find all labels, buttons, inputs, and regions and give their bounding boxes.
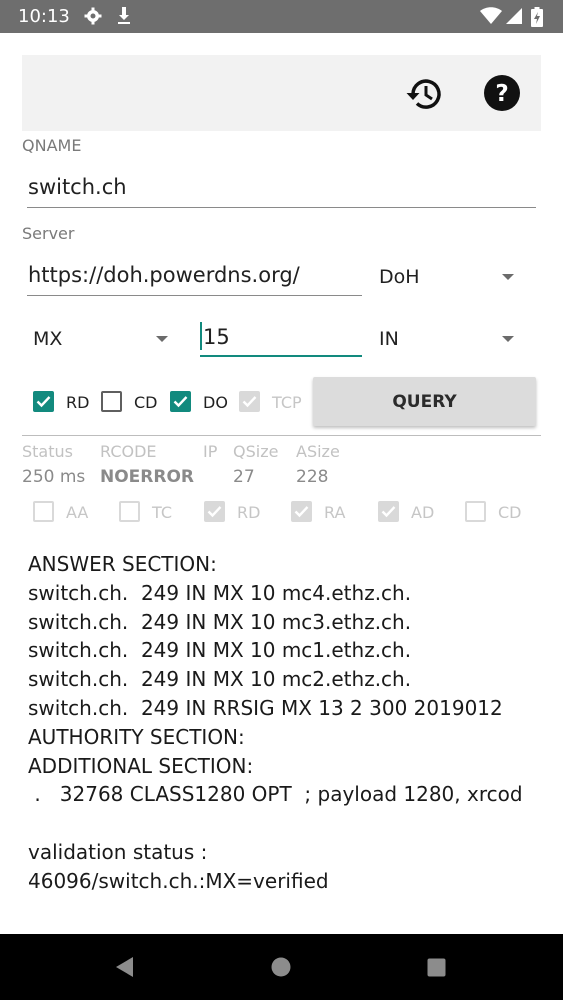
answer-line: ANSWER SECTION: (28, 552, 217, 576)
size-value: 15 (203, 325, 230, 349)
chevron-down-icon (156, 336, 168, 342)
chevron-down-icon (502, 336, 514, 342)
divider (22, 435, 541, 436)
protocol-value: DoH (379, 266, 420, 288)
size-input[interactable]: 15 (200, 320, 362, 358)
protocol-spinner[interactable]: DoH (378, 262, 518, 294)
checkbox-box (101, 391, 122, 412)
qtype-spinner[interactable]: MX (32, 324, 172, 356)
chevron-down-icon (502, 274, 514, 280)
status-header: Status (22, 442, 73, 461)
rd-label: RD (66, 393, 90, 412)
cd-response-label: CD (498, 503, 522, 522)
asize-header: ASize (296, 442, 340, 461)
recents-icon[interactable] (427, 958, 446, 981)
size-underline (200, 355, 362, 357)
tcp-label: TCP (272, 393, 302, 412)
qsize-value: 27 (233, 467, 255, 487)
checkbox-box (33, 501, 54, 522)
download-icon (117, 7, 131, 29)
help-icon[interactable]: ? (483, 74, 521, 116)
status-value: 250 ms (22, 467, 86, 487)
svg-text:?: ? (495, 81, 508, 107)
answer-line: validation status : (28, 839, 208, 864)
signal-icon (506, 7, 522, 29)
rd-response-label: RD (237, 503, 261, 522)
checkbox-box (119, 501, 140, 522)
home-icon[interactable] (271, 957, 291, 981)
tc-label: TC (152, 503, 173, 522)
status-time: 10:13 (18, 6, 70, 27)
checkbox-box (204, 501, 225, 522)
class-value: IN (379, 328, 399, 350)
server-label: Server (22, 224, 75, 243)
answer-line (28, 809, 541, 838)
qname-underline (27, 207, 536, 208)
checkbox-box (291, 501, 312, 522)
status-bar: 10:13 (0, 0, 563, 33)
checkbox-box (33, 391, 54, 412)
navigation-bar (0, 934, 563, 1000)
text-cursor (200, 322, 202, 350)
checkbox-box (378, 501, 399, 522)
query-button-label: QUERY (392, 391, 457, 412)
qname-input[interactable]: switch.ch (28, 175, 127, 199)
asize-value: 228 (296, 467, 329, 487)
answer-text[interactable]: ANSWER SECTION: switch.ch. 249 IN MX 10 … (28, 550, 541, 910)
answer-line: switch.ch. 249 IN MX 10 mc2.ethz.ch. (28, 667, 412, 692)
ad-label: AD (411, 503, 435, 522)
toolbar: ? (22, 55, 541, 131)
answer-line: switch.ch. 249 IN MX 10 mc4.ethz.ch. (28, 580, 412, 605)
answer-line: switch.ch. 249 IN RRSIG MX 13 2 300 2019… (28, 695, 503, 720)
rcode-header: RCODE (100, 442, 157, 461)
rcode-value: NOERROR (100, 467, 195, 487)
server-input[interactable]: https://doh.powerdns.org/ (28, 263, 300, 287)
ra-label: RA (324, 503, 346, 522)
class-spinner[interactable]: IN (378, 324, 518, 356)
history-icon[interactable] (405, 74, 445, 118)
qsize-header: QSize (233, 442, 279, 461)
back-icon[interactable] (114, 956, 134, 982)
query-button[interactable]: QUERY (313, 377, 536, 426)
settings-icon (84, 7, 102, 29)
aa-label: AA (66, 503, 89, 522)
qtype-value: MX (33, 328, 63, 350)
answer-line: 46096/switch.ch.:MX=verified (28, 868, 329, 893)
ip-header: IP (203, 442, 218, 461)
server-underline (27, 295, 362, 296)
cd-label: CD (134, 393, 158, 412)
answer-line: . 32768 CLASS1280 OPT ; payload 1280, xr… (28, 782, 523, 807)
checkbox-box (170, 391, 191, 412)
do-label: DO (203, 393, 228, 412)
answer-line: AUTHORITY SECTION: (28, 724, 245, 749)
answer-line: switch.ch. 249 IN MX 10 mc3.ethz.ch. (28, 609, 412, 634)
qname-label: QNAME (22, 136, 82, 155)
wifi-icon (480, 7, 502, 29)
answer-line: switch.ch. 249 IN MX 10 mc1.ethz.ch. (28, 638, 412, 663)
checkbox-box (465, 501, 486, 522)
checkbox-box (239, 391, 260, 412)
answer-line: ADDITIONAL SECTION: (28, 753, 254, 778)
battery-icon (531, 7, 543, 31)
